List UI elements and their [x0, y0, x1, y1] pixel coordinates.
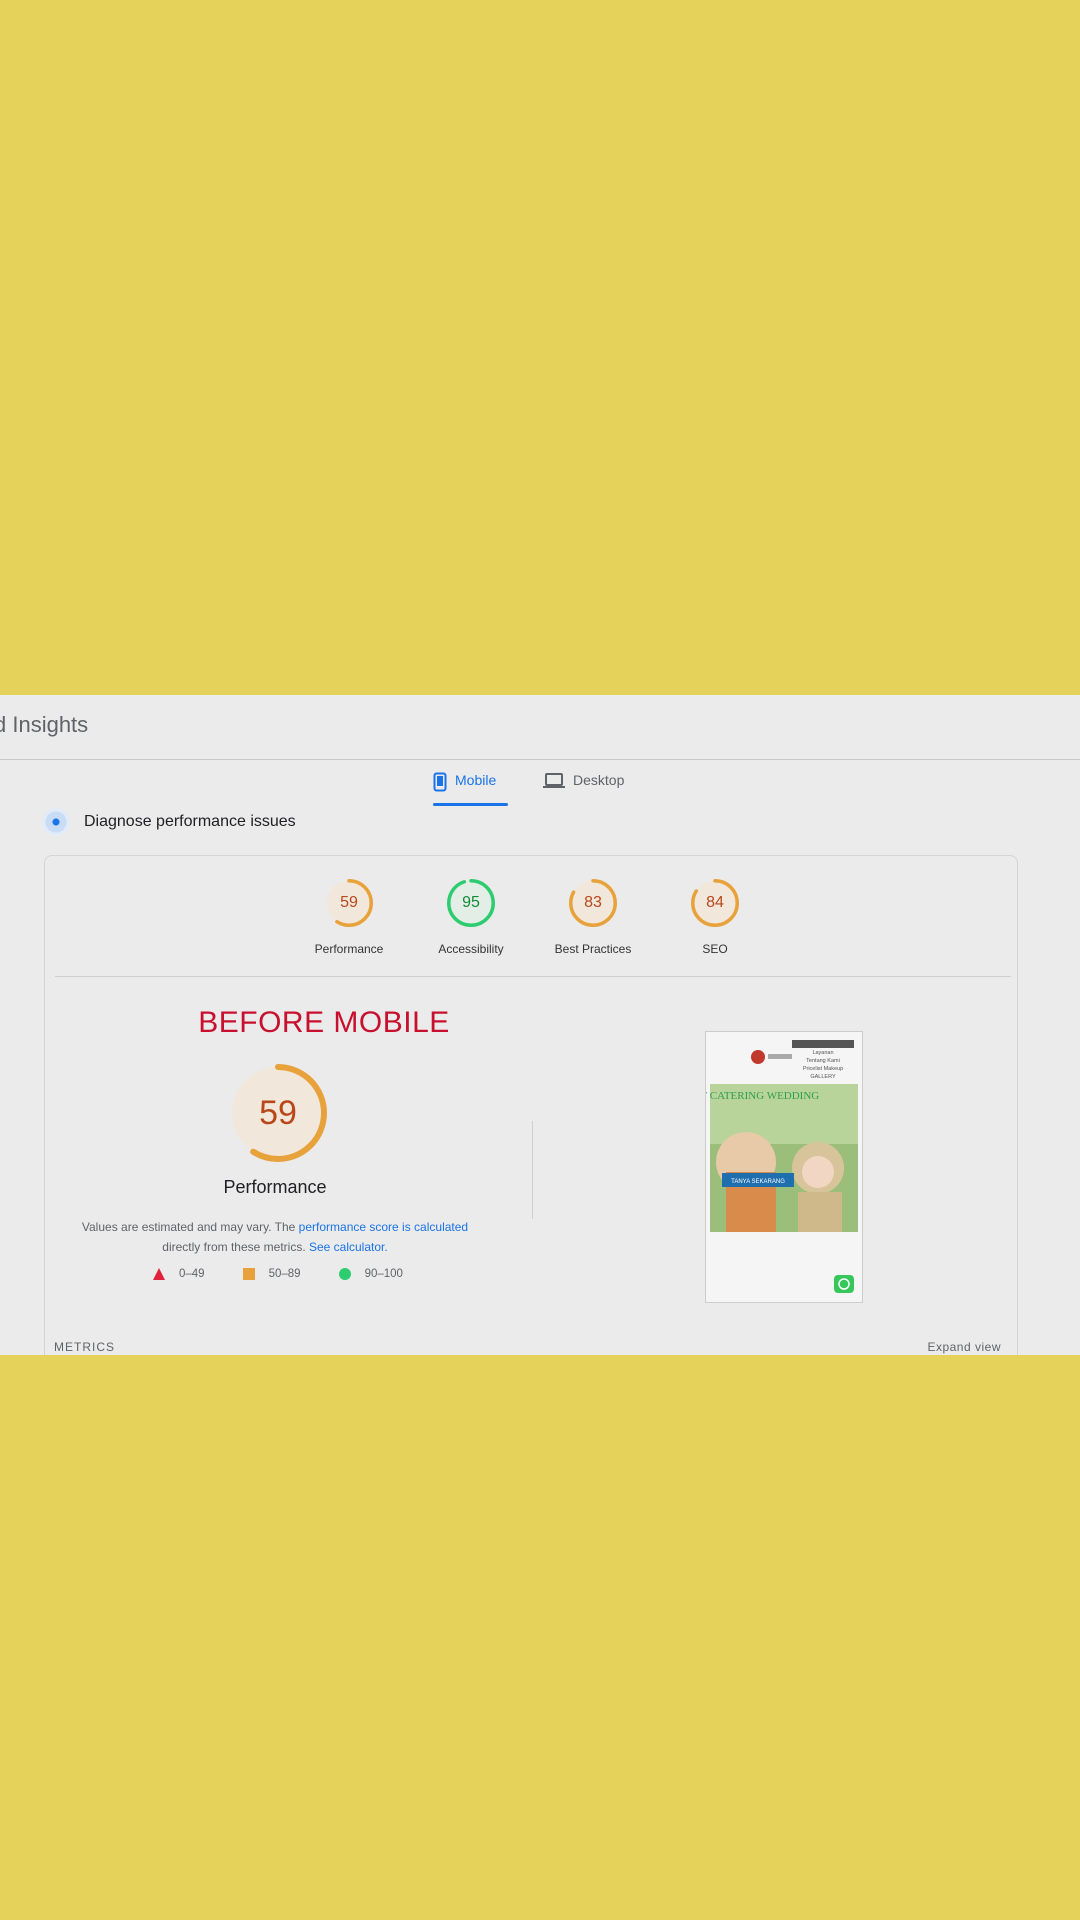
- diagnose-title: Diagnose performance issues: [84, 813, 296, 830]
- tab-mobile[interactable]: Mobile: [433, 772, 508, 806]
- thumb-hero-title: PAKET CATERING WEDDING: [706, 1090, 819, 1102]
- gauge-label: SEO: [702, 942, 728, 956]
- legend-fail: 0–49: [153, 1268, 205, 1280]
- thumb-menu-item: Pricelist Makeup: [803, 1066, 843, 1072]
- legend-pass: 90–100: [338, 1268, 403, 1280]
- legend-range: 50–89: [268, 1268, 301, 1280]
- gauge-performance[interactable]: 59 Performance: [299, 878, 399, 956]
- performance-score: 59: [259, 1093, 297, 1132]
- gauge-seo[interactable]: 84 SEO: [665, 878, 765, 956]
- report-card: 59 Performance 95 Accessibility 83 Best …: [44, 855, 1018, 1355]
- gauge-best-practices[interactable]: 83 Best Practices: [543, 878, 643, 956]
- desc-text-1: Values are estimated and may vary. The: [81, 1220, 299, 1234]
- tab-desktop[interactable]: Desktop: [543, 772, 643, 806]
- app-header: d Insights: [0, 695, 1080, 760]
- gauge-label: Accessibility: [438, 942, 504, 956]
- triangle-icon: [153, 1268, 165, 1280]
- legend-average: 50–89: [242, 1268, 301, 1280]
- metrics-heading: METRICS: [54, 1340, 115, 1354]
- annotation-label: BEFORE MOBILE: [198, 1006, 450, 1039]
- page-screenshot-thumbnail[interactable]: Layanan Tentang Kami Pricelist Makeup GA…: [673, 1031, 863, 1303]
- phone-icon: [433, 772, 447, 792]
- divider: [55, 976, 1011, 977]
- expand-view-button[interactable]: Expand view: [927, 1340, 1001, 1354]
- tab-desktop-label: Desktop: [573, 772, 625, 788]
- gauge-ring: 59: [324, 878, 374, 928]
- thumb-cta: TANYA SEKARANG: [731, 1179, 785, 1185]
- diagnose-heading: Diagnose performance issues: [42, 808, 296, 836]
- diagnose-icon: [42, 808, 70, 836]
- gauge-value: 83: [584, 894, 602, 911]
- gauge-value: 59: [340, 894, 358, 911]
- page-screenshot-image: Layanan Tentang Kami Pricelist Makeup GA…: [673, 1032, 862, 1302]
- performance-gauge-large: 59: [228, 1063, 328, 1163]
- gauge-value: 84: [706, 894, 724, 911]
- app-title: d Insights: [0, 712, 89, 737]
- whatsapp-icon: [834, 1275, 854, 1293]
- gauge-label: Best Practices: [554, 942, 632, 956]
- performance-label: Performance: [223, 1177, 327, 1197]
- gauge-label: Performance: [314, 942, 384, 956]
- legend-range: 90–100: [364, 1268, 403, 1280]
- score-calc-link[interactable]: performance score is calculated: [299, 1220, 468, 1234]
- vertical-separator: [532, 1121, 533, 1219]
- site-logo-icon: [751, 1050, 765, 1064]
- pagespeed-panel: d Insights Mobile Desktop Diagnose perfo…: [0, 695, 1080, 1355]
- score-legend: 0–49 50–89 90–100: [153, 1268, 441, 1280]
- square-icon: [242, 1268, 255, 1280]
- circle-icon: [338, 1268, 351, 1280]
- score-gauges: 59 Performance 95 Accessibility 83 Best …: [45, 856, 1017, 976]
- gauge-value: 95: [462, 894, 480, 911]
- legend-range: 0–49: [179, 1268, 205, 1280]
- thumb-menu-item: Tentang Kami: [806, 1058, 840, 1064]
- see-calculator-link[interactable]: See calculator.: [309, 1240, 388, 1254]
- gauge-accessibility[interactable]: 95 Accessibility: [421, 878, 521, 956]
- laptop-icon: [543, 773, 565, 788]
- tab-mobile-label: Mobile: [455, 772, 497, 788]
- gauge-ring: 84: [690, 878, 740, 928]
- thumb-menu-item: Layanan: [812, 1050, 833, 1056]
- performance-description: Values are estimated and may vary. The p…: [75, 1217, 475, 1257]
- gauge-ring: 83: [568, 878, 618, 928]
- thumb-menu-item: GALLERY: [810, 1074, 836, 1080]
- desc-text-2: directly from these metrics.: [162, 1240, 309, 1254]
- gauge-ring: 95: [446, 878, 496, 928]
